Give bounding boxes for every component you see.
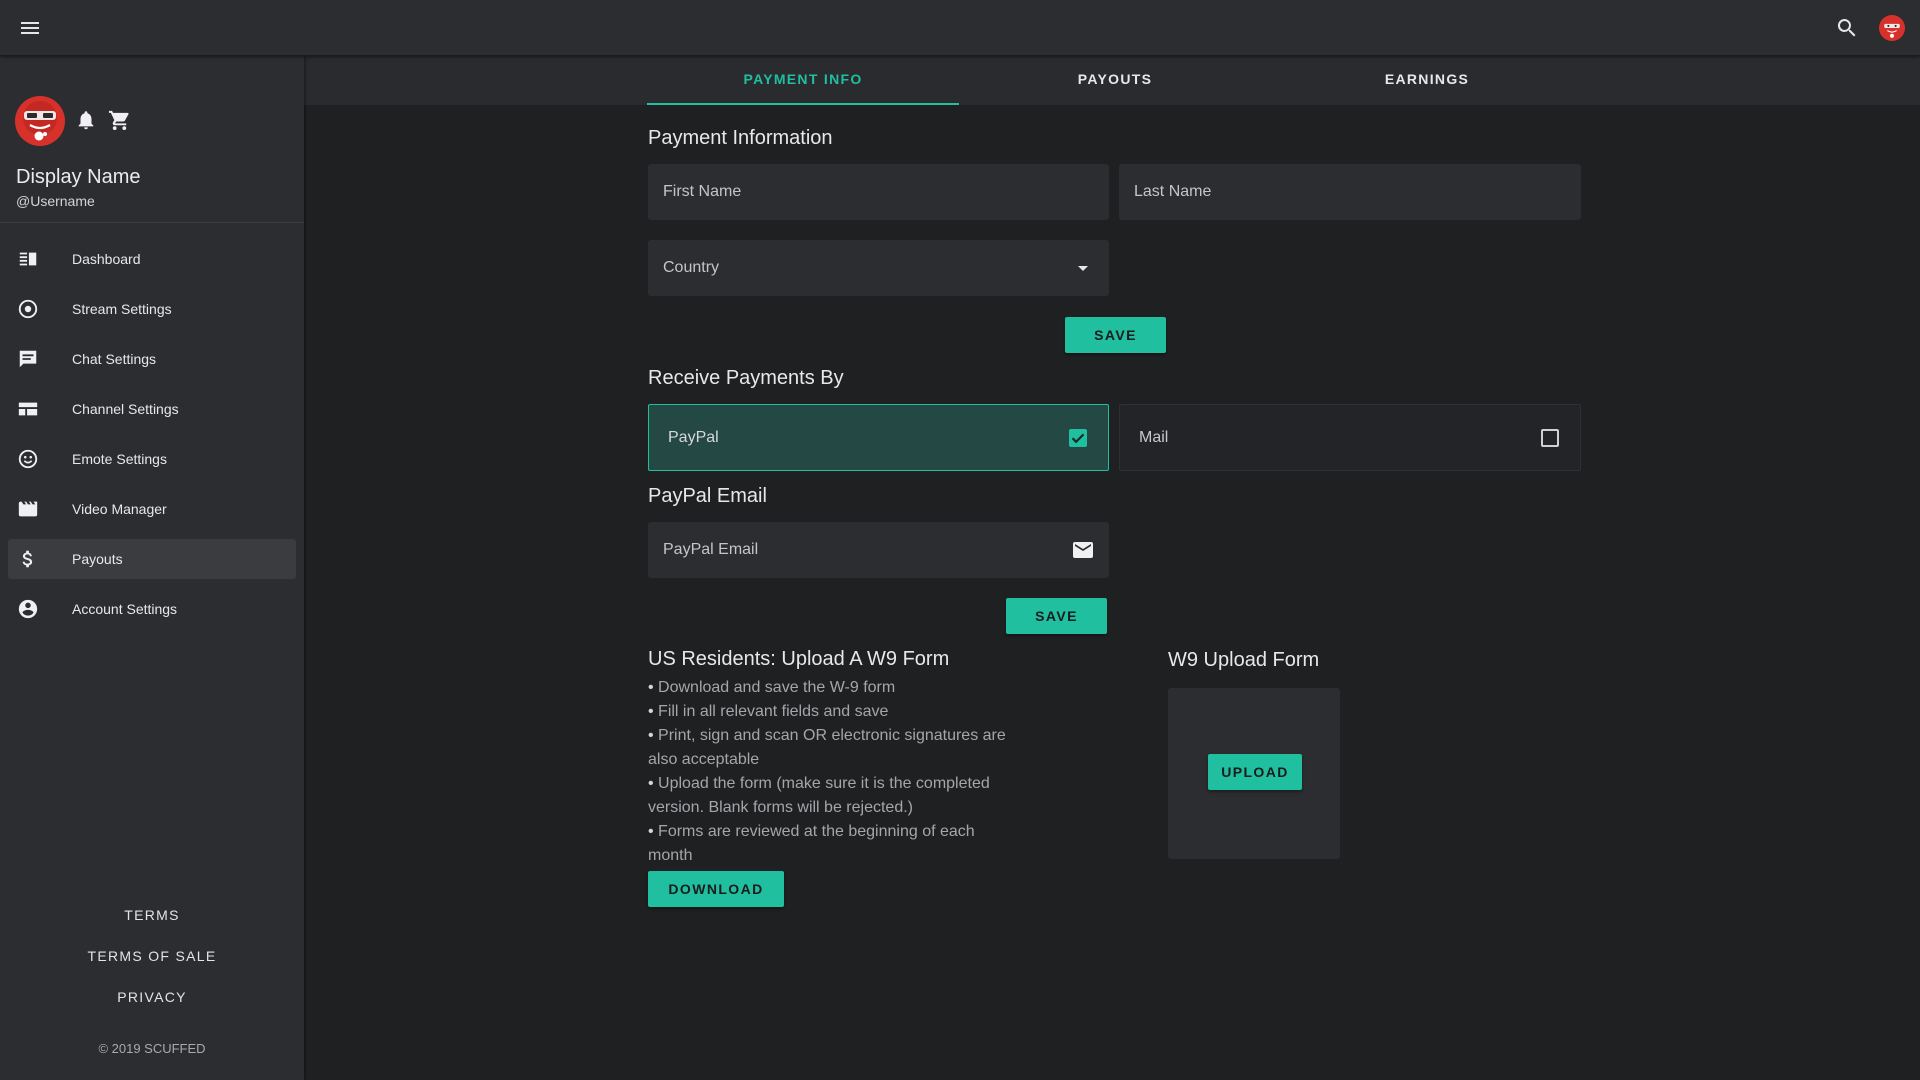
w9-instructions-list: • Download and save the W-9 form • Fill … — [648, 676, 1008, 868]
paypal-email-field[interactable]: PayPal Email — [648, 522, 1109, 578]
user-avatar-menu[interactable] — [1879, 15, 1905, 41]
sidebar-item-label: Emote Settings — [72, 451, 167, 467]
w9-upload-dropzone[interactable]: UPLOAD — [1168, 688, 1340, 859]
sidebar-item-label: Video Manager — [72, 501, 167, 517]
w9-heading: US Residents: Upload A W9 Form — [648, 648, 950, 670]
country-select[interactable]: Country — [648, 240, 1109, 296]
dollar-icon — [17, 548, 39, 570]
menu-icon[interactable] — [18, 16, 42, 40]
sidebar-item-label: Chat Settings — [72, 351, 157, 367]
sidebar-item-emote-settings[interactable]: Emote Settings — [8, 439, 296, 479]
sidebar-item-label: Channel Settings — [72, 401, 179, 417]
top-app-bar — [0, 0, 1920, 56]
search-icon[interactable] — [1835, 16, 1859, 40]
sidebar-divider — [0, 222, 304, 223]
tab-payouts[interactable]: PAYOUTS — [959, 56, 1271, 105]
sidebar-item-label: Account Settings — [72, 601, 178, 617]
list-item: • Upload the form (make sure it is the c… — [648, 775, 990, 816]
sidebar-item-stream-settings[interactable]: Stream Settings — [8, 289, 296, 329]
sidebar-item-video-manager[interactable]: Video Manager — [8, 489, 296, 529]
username: @Username — [16, 193, 95, 209]
list-item: • Fill in all relevant fields and save — [648, 703, 889, 720]
paypal-email-heading: PayPal Email — [648, 485, 767, 507]
checkbox-unchecked-icon[interactable] — [1538, 426, 1562, 450]
stream-icon — [17, 298, 39, 320]
copyright: © 2019 SCUFFED — [98, 1041, 206, 1056]
sidebar-item-channel-settings[interactable]: Channel Settings — [8, 389, 296, 429]
privacy-link[interactable]: PRIVACY — [0, 988, 304, 1029]
save-payment-info-button[interactable]: SAVE — [1065, 317, 1166, 353]
shopping-cart-icon[interactable] — [108, 109, 131, 132]
paypal-option[interactable]: PayPal — [648, 404, 1109, 471]
channel-icon — [17, 398, 39, 420]
user-avatar[interactable] — [15, 96, 65, 146]
first-name-field[interactable]: First Name — [648, 164, 1109, 220]
sidebar-footer-links: TERMS TERMS OF SALE PRIVACY — [0, 906, 304, 1029]
receive-payments-heading: Receive Payments By — [648, 367, 844, 389]
sidebar-item-payouts[interactable]: Payouts — [8, 539, 296, 579]
list-item: • Forms are reviewed at the beginning of… — [648, 823, 975, 864]
mail-option-label: Mail — [1139, 429, 1169, 446]
country-select-value: Country — [663, 259, 720, 276]
display-name: Display Name — [16, 166, 141, 188]
tab-earnings[interactable]: EARNINGS — [1271, 56, 1583, 105]
save-paypal-email-button[interactable]: SAVE — [1006, 598, 1107, 634]
video-icon — [17, 498, 39, 520]
terms-link[interactable]: TERMS — [0, 906, 304, 947]
sidebar-item-account-settings[interactable]: Account Settings — [8, 589, 296, 629]
payment-information-heading: Payment Information — [648, 127, 833, 149]
sidebar-item-chat-settings[interactable]: Chat Settings — [8, 339, 296, 379]
dropdown-arrow-icon — [1071, 256, 1095, 280]
paypal-email-placeholder: PayPal Email — [663, 541, 759, 558]
sidebar-item-label: Payouts — [72, 551, 123, 567]
email-icon — [1071, 538, 1095, 562]
checkbox-checked-icon[interactable] — [1066, 426, 1090, 450]
sidebar: Display Name @Username Dashboard Stream … — [0, 56, 304, 1080]
paypal-option-label: PayPal — [668, 429, 719, 446]
dashboard-icon — [17, 248, 39, 270]
list-item: • Print, sign and scan OR electronic sig… — [648, 727, 1006, 768]
list-item: • Download and save the W-9 form — [648, 679, 896, 696]
sidebar-nav: Dashboard Stream Settings Chat Settings … — [8, 239, 296, 639]
emote-icon — [17, 448, 39, 470]
sidebar-item-label: Dashboard — [72, 251, 141, 267]
notifications-bell-icon[interactable] — [75, 109, 97, 131]
chat-icon — [17, 348, 39, 370]
mail-option[interactable]: Mail — [1119, 404, 1581, 471]
account-icon — [17, 598, 39, 620]
tab-bar: PAYMENT INFO PAYOUTS EARNINGS — [304, 56, 1920, 105]
tab-payment-info[interactable]: PAYMENT INFO — [647, 56, 959, 105]
terms-of-sale-link[interactable]: TERMS OF SALE — [0, 947, 304, 988]
last-name-field[interactable]: Last Name — [1119, 164, 1581, 220]
download-w9-button[interactable]: DOWNLOAD — [648, 871, 784, 907]
sidebar-item-dashboard[interactable]: Dashboard — [8, 239, 296, 279]
w9-upload-heading: W9 Upload Form — [1168, 649, 1320, 671]
upload-w9-button[interactable]: UPLOAD — [1208, 754, 1302, 790]
sidebar-item-label: Stream Settings — [72, 301, 172, 317]
